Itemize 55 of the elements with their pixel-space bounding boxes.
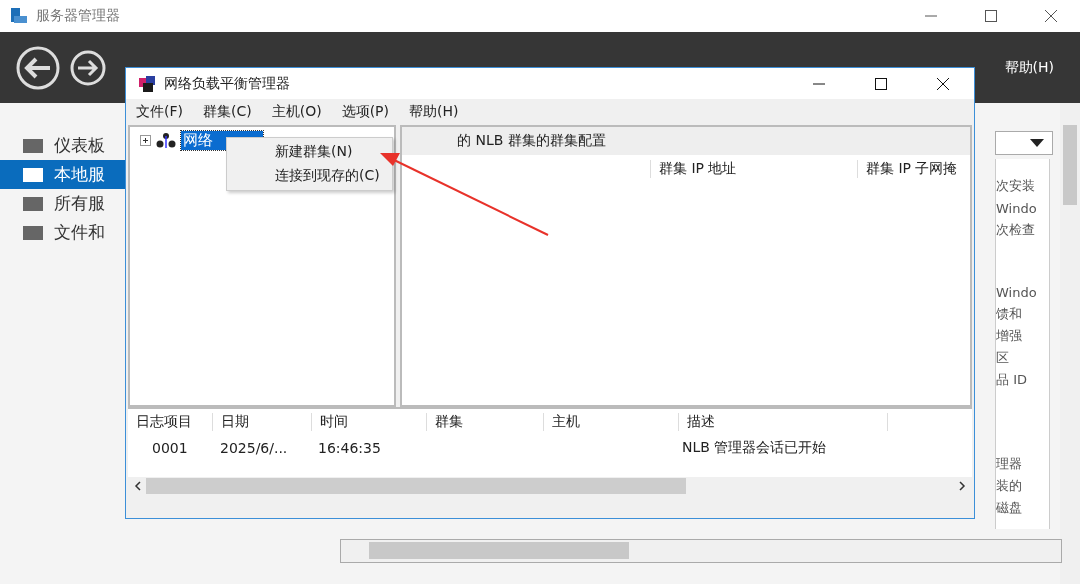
property-text: 增强	[996, 327, 1022, 345]
table-cell-text: 2025/6/...	[219, 440, 289, 456]
server-icon	[10, 7, 28, 25]
close-icon[interactable]	[1044, 9, 1058, 23]
table-cell-text: 16:46:35	[317, 440, 382, 456]
table-cell-text: NLB 管理器会话已开始	[681, 439, 828, 457]
property-text: 区	[996, 349, 1009, 367]
sidebar-item[interactable]: 文件和	[0, 218, 125, 247]
dialog-title: 网络负载平衡管理器	[164, 74, 290, 93]
menu-item[interactable]: 帮助(H)	[409, 103, 459, 121]
scroll-left-icon[interactable]	[134, 481, 142, 491]
window-title: 服务器管理器	[36, 7, 120, 25]
column-header[interactable]: 日期	[213, 413, 312, 431]
horizontal-scrollbar[interactable]	[340, 539, 1062, 563]
property-text: Windo	[996, 284, 1037, 300]
sidebar-label: 所有服	[54, 192, 105, 215]
sidebar-label: 文件和	[54, 221, 105, 244]
menu-item[interactable]: 主机(O)	[271, 103, 322, 121]
menu-item[interactable]: 群集(C)	[203, 103, 252, 121]
property-text: 次检查	[996, 221, 1035, 239]
maximize-icon[interactable]	[984, 9, 998, 23]
column-header[interactable]: 日志项目	[128, 413, 213, 431]
column-header[interactable]: 描述	[679, 413, 888, 431]
column-header[interactable]: 主机	[544, 413, 679, 431]
expand-icon[interactable]	[140, 135, 151, 146]
column-header[interactable]: 时间	[312, 413, 427, 431]
menu-item[interactable]: 帮助(H)	[1004, 58, 1080, 77]
maximize-icon[interactable]	[874, 76, 888, 91]
property-text: 磁盘	[996, 499, 1022, 517]
sidebar-label: 本地服	[54, 163, 105, 186]
menu-item[interactable]: 选项(P)	[341, 103, 389, 121]
scroll-right-icon[interactable]	[958, 481, 966, 491]
horizontal-scrollbar[interactable]	[128, 477, 972, 495]
sidebar-item[interactable]: 仪表板	[0, 131, 125, 160]
menu-item[interactable]: 文件(F)	[136, 103, 183, 121]
property-text: 理器	[996, 455, 1022, 473]
column-header[interactable]: 群集	[427, 413, 544, 431]
close-icon[interactable]	[936, 76, 950, 91]
nlb-app-icon	[138, 74, 158, 93]
property-text: 次安装	[996, 177, 1035, 195]
column-header[interactable]: 群集 IP 地址	[650, 160, 857, 178]
vertical-scrollbar[interactable]	[1060, 103, 1080, 584]
property-text: 装的	[996, 477, 1022, 495]
context-menu-item[interactable]: 连接到现存的(C)	[227, 164, 392, 188]
dropdown-caret-icon[interactable]	[1030, 139, 1044, 147]
property-text: 馈和	[996, 305, 1022, 323]
panel-heading: 的 NLB 群集的群集配置	[457, 132, 606, 150]
table-cell-text: 0001	[151, 440, 189, 456]
sidebar-item[interactable]: 所有服	[0, 189, 125, 218]
cluster-icon	[155, 131, 177, 150]
sidebar-label: 仪表板	[54, 134, 105, 157]
sidebar-item[interactable]: 本地服	[0, 160, 125, 189]
property-text: 品 ID	[996, 371, 1027, 389]
column-header[interactable]: 群集 IP 子网掩	[857, 160, 970, 178]
property-text: Windo	[996, 200, 1037, 216]
